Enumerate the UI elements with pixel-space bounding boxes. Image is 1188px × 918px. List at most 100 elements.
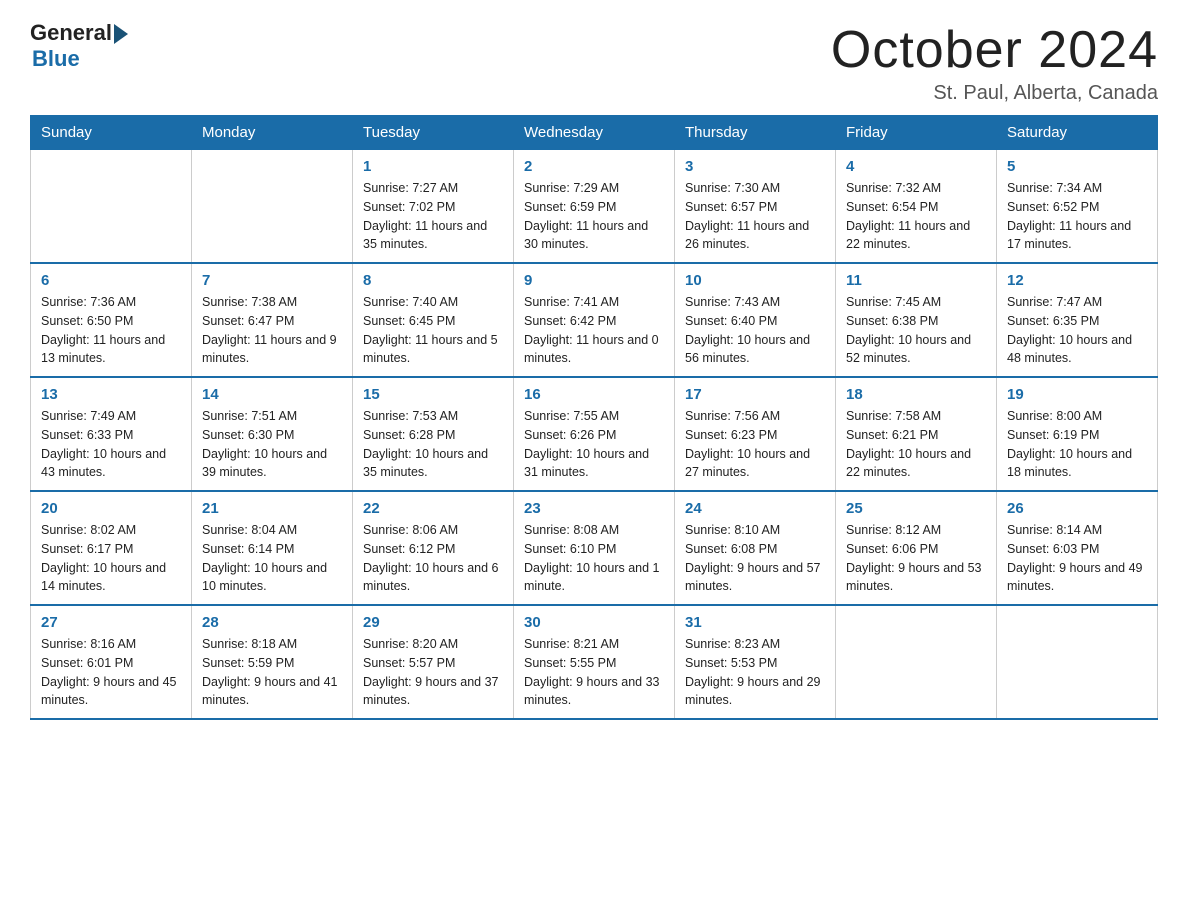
day-info: Sunrise: 7:30 AMSunset: 6:57 PMDaylight:… — [685, 179, 825, 254]
day-number: 23 — [524, 500, 664, 517]
day-info: Sunrise: 7:36 AMSunset: 6:50 PMDaylight:… — [41, 293, 181, 368]
day-info: Sunrise: 8:04 AMSunset: 6:14 PMDaylight:… — [202, 521, 342, 596]
day-info: Sunrise: 8:02 AMSunset: 6:17 PMDaylight:… — [41, 521, 181, 596]
calendar-cell: 21Sunrise: 8:04 AMSunset: 6:14 PMDayligh… — [192, 491, 353, 605]
calendar-cell: 26Sunrise: 8:14 AMSunset: 6:03 PMDayligh… — [997, 491, 1158, 605]
header-cell-thursday: Thursday — [675, 116, 836, 150]
calendar-cell — [836, 605, 997, 719]
calendar-cell: 2Sunrise: 7:29 AMSunset: 6:59 PMDaylight… — [514, 150, 675, 264]
day-info: Sunrise: 7:56 AMSunset: 6:23 PMDaylight:… — [685, 407, 825, 482]
day-info: Sunrise: 7:43 AMSunset: 6:40 PMDaylight:… — [685, 293, 825, 368]
day-info: Sunrise: 7:53 AMSunset: 6:28 PMDaylight:… — [363, 407, 503, 482]
day-number: 6 — [41, 272, 181, 289]
header-row: SundayMondayTuesdayWednesdayThursdayFrid… — [31, 116, 1158, 150]
day-number: 19 — [1007, 386, 1147, 403]
day-number: 11 — [846, 272, 986, 289]
week-row-3: 13Sunrise: 7:49 AMSunset: 6:33 PMDayligh… — [31, 377, 1158, 491]
page-header: General Blue October 2024 St. Paul, Albe… — [30, 20, 1158, 105]
day-info: Sunrise: 8:06 AMSunset: 6:12 PMDaylight:… — [363, 521, 503, 596]
day-info: Sunrise: 8:18 AMSunset: 5:59 PMDaylight:… — [202, 635, 342, 710]
logo-triangle-icon — [114, 24, 128, 44]
calendar-cell: 29 Sunrise: 8:20 AMSunset: 5:57 PMDayligh… — [353, 605, 514, 719]
day-info: Sunrise: 7:38 AMSunset: 6:47 PMDaylight:… — [202, 293, 342, 368]
calendar-cell: 3 Sunrise: 7:30 AMSunset: 6:57 PMDaylight… — [675, 150, 836, 264]
day-info: Sunrise: 7:34 AMSunset: 6:52 PMDaylight:… — [1007, 179, 1147, 254]
day-info: Sunrise: 7:45 AMSunset: 6:38 PMDaylight:… — [846, 293, 986, 368]
day-info: Sunrise: 8:10 AMSunset: 6:08 PMDaylight:… — [685, 521, 825, 596]
calendar-cell: 20Sunrise: 8:02 AMSunset: 6:17 PMDayligh… — [31, 491, 192, 605]
day-number: 29 — [363, 614, 503, 631]
day-info: Sunrise: 8:12 AMSunset: 6:06 PMDaylight:… — [846, 521, 986, 596]
calendar-cell: 13Sunrise: 7:49 AMSunset: 6:33 PMDayligh… — [31, 377, 192, 491]
header-cell-friday: Friday — [836, 116, 997, 150]
calendar-cell: 10 Sunrise: 7:43 AMSunset: 6:40 PMDayligh… — [675, 263, 836, 377]
day-info: Sunrise: 8:20 AMSunset: 5:57 PMDaylight:… — [363, 635, 503, 710]
day-number: 27 — [41, 614, 181, 631]
calendar-cell: 11 Sunrise: 7:45 AMSunset: 6:38 PMDayligh… — [836, 263, 997, 377]
logo-general-text: General — [30, 20, 112, 46]
day-number: 16 — [524, 386, 664, 403]
logo: General Blue — [30, 20, 128, 72]
day-number: 15 — [363, 386, 503, 403]
header-cell-tuesday: Tuesday — [353, 116, 514, 150]
day-number: 18 — [846, 386, 986, 403]
day-info: Sunrise: 8:08 AMSunset: 6:10 PMDaylight:… — [524, 521, 664, 596]
week-row-2: 6 Sunrise: 7:36 AMSunset: 6:50 PMDaylight… — [31, 263, 1158, 377]
day-info: Sunrise: 8:00 AMSunset: 6:19 PMDaylight:… — [1007, 407, 1147, 482]
calendar-cell — [997, 605, 1158, 719]
calendar-cell: 28Sunrise: 8:18 AMSunset: 5:59 PMDayligh… — [192, 605, 353, 719]
day-info: Sunrise: 7:32 AMSunset: 6:54 PMDaylight:… — [846, 179, 986, 254]
month-title: October 2024 — [831, 20, 1158, 80]
day-info: Sunrise: 7:29 AMSunset: 6:59 PMDaylight:… — [524, 179, 664, 254]
logo-blue-text: Blue — [32, 46, 80, 72]
day-info: Sunrise: 7:40 AMSunset: 6:45 PMDaylight:… — [363, 293, 503, 368]
calendar-cell — [192, 150, 353, 264]
header-cell-monday: Monday — [192, 116, 353, 150]
day-info: Sunrise: 8:16 AMSunset: 6:01 PMDaylight:… — [41, 635, 181, 710]
location: St. Paul, Alberta, Canada — [831, 82, 1158, 105]
day-number: 10 — [685, 272, 825, 289]
calendar-cell: 23 Sunrise: 8:08 AMSunset: 6:10 PMDayligh… — [514, 491, 675, 605]
calendar-cell: 8Sunrise: 7:40 AMSunset: 6:45 PMDaylight… — [353, 263, 514, 377]
day-number: 22 — [363, 500, 503, 517]
day-number: 30 — [524, 614, 664, 631]
day-info: Sunrise: 8:23 AMSunset: 5:53 PMDaylight:… — [685, 635, 825, 710]
day-number: 26 — [1007, 500, 1147, 517]
day-number: 5 — [1007, 158, 1147, 175]
day-info: Sunrise: 7:58 AMSunset: 6:21 PMDaylight:… — [846, 407, 986, 482]
calendar-cell: 25 Sunrise: 8:12 AMSunset: 6:06 PMDayligh… — [836, 491, 997, 605]
calendar-cell: 5 Sunrise: 7:34 AMSunset: 6:52 PMDaylight… — [997, 150, 1158, 264]
calendar-cell: 7 Sunrise: 7:38 AMSunset: 6:47 PMDaylight… — [192, 263, 353, 377]
calendar-cell: 6 Sunrise: 7:36 AMSunset: 6:50 PMDaylight… — [31, 263, 192, 377]
calendar-cell: 30 Sunrise: 8:21 AMSunset: 5:55 PMDayligh… — [514, 605, 675, 719]
header-cell-saturday: Saturday — [997, 116, 1158, 150]
calendar-cell: 27 Sunrise: 8:16 AMSunset: 6:01 PMDayligh… — [31, 605, 192, 719]
header-cell-sunday: Sunday — [31, 116, 192, 150]
day-number: 3 — [685, 158, 825, 175]
day-info: Sunrise: 7:51 AMSunset: 6:30 PMDaylight:… — [202, 407, 342, 482]
day-number: 9 — [524, 272, 664, 289]
day-number: 25 — [846, 500, 986, 517]
calendar-cell: 1 Sunrise: 7:27 AMSunset: 7:02 PMDaylight… — [353, 150, 514, 264]
header-cell-wednesday: Wednesday — [514, 116, 675, 150]
week-row-4: 20Sunrise: 8:02 AMSunset: 6:17 PMDayligh… — [31, 491, 1158, 605]
calendar-cell: 19 Sunrise: 8:00 AMSunset: 6:19 PMDayligh… — [997, 377, 1158, 491]
title-area: October 2024 St. Paul, Alberta, Canada — [831, 20, 1158, 105]
calendar-cell: 24 Sunrise: 8:10 AMSunset: 6:08 PMDayligh… — [675, 491, 836, 605]
day-info: Sunrise: 7:27 AMSunset: 7:02 PMDaylight:… — [363, 179, 503, 254]
day-number: 14 — [202, 386, 342, 403]
calendar-cell: 4 Sunrise: 7:32 AMSunset: 6:54 PMDaylight… — [836, 150, 997, 264]
day-info: Sunrise: 7:55 AMSunset: 6:26 PMDaylight:… — [524, 407, 664, 482]
calendar-cell: 18 Sunrise: 7:58 AMSunset: 6:21 PMDayligh… — [836, 377, 997, 491]
day-number: 17 — [685, 386, 825, 403]
calendar-cell: 9 Sunrise: 7:41 AMSunset: 6:42 PMDaylight… — [514, 263, 675, 377]
day-number: 24 — [685, 500, 825, 517]
day-number: 12 — [1007, 272, 1147, 289]
day-number: 4 — [846, 158, 986, 175]
calendar-table: SundayMondayTuesdayWednesdayThursdayFrid… — [30, 115, 1158, 720]
day-number: 1 — [363, 158, 503, 175]
day-info: Sunrise: 7:41 AMSunset: 6:42 PMDaylight:… — [524, 293, 664, 368]
calendar-cell: 16 Sunrise: 7:55 AMSunset: 6:26 PMDayligh… — [514, 377, 675, 491]
day-number: 7 — [202, 272, 342, 289]
day-info: Sunrise: 8:21 AMSunset: 5:55 PMDaylight:… — [524, 635, 664, 710]
